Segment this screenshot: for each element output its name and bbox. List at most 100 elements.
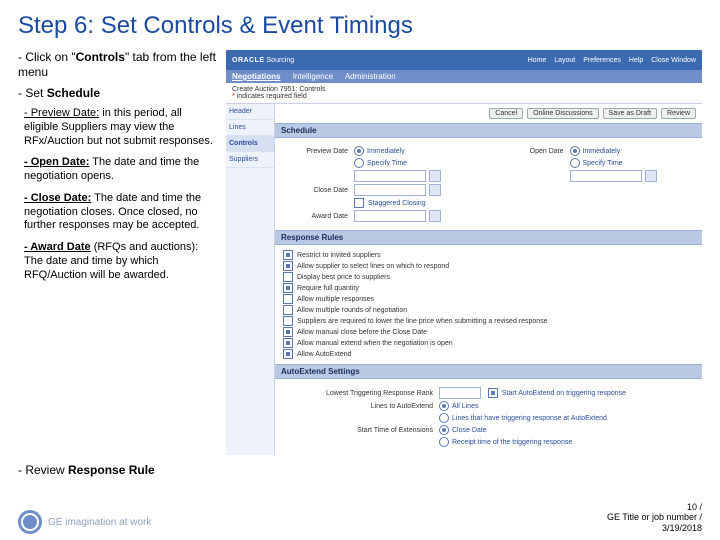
rule-checkbox[interactable] [283, 349, 293, 359]
section-autoextend: AutoExtend Settings [275, 364, 702, 379]
trigger-option-checkbox[interactable] [488, 388, 498, 398]
checkbox-label: Staggered Closing [368, 200, 426, 207]
preview-date-input[interactable] [354, 170, 426, 182]
primary-tabs: Negotiations Intelligence Administration [226, 70, 702, 83]
radio-label: Specify Time [583, 160, 623, 167]
text: - Set [18, 86, 47, 100]
instruction-review-rules: - Review Response Rule [18, 463, 702, 477]
start-receipt-time-radio[interactable] [439, 437, 449, 447]
preview-immediately-radio[interactable] [354, 146, 364, 156]
rule-checkbox[interactable] [283, 261, 293, 271]
ge-logo-icon [18, 510, 42, 534]
rule-checkbox[interactable] [283, 338, 293, 348]
slide-title: Step 6: Set Controls & Event Timings [18, 12, 702, 40]
open-specify-radio[interactable] [570, 158, 580, 168]
calendar-icon[interactable] [429, 210, 441, 222]
label: - Close Date: [24, 192, 91, 204]
rule-label: Allow multiple rounds of negotiation [297, 307, 407, 314]
rule-checkbox[interactable] [283, 283, 293, 293]
rule-label: Suppliers are required to lower the line… [297, 318, 548, 325]
rule-checkbox[interactable] [283, 327, 293, 337]
instruction-award-date: - Award Date (RFQs and auctions): The da… [24, 241, 218, 282]
link-home[interactable]: Home [528, 57, 547, 64]
radio-label: All Lines [452, 403, 478, 410]
section-response-rules: Response Rules [275, 230, 702, 245]
response-rules-panel: Restrict to invited suppliers Allow supp… [275, 245, 702, 364]
rule-label: Allow multiple responses [297, 296, 374, 303]
radio-label: Close Date [452, 427, 487, 434]
tab-intelligence[interactable]: Intelligence [293, 72, 333, 81]
sidebar-item-suppliers[interactable]: Suppliers [226, 152, 274, 168]
instruction-close-date: - Close Date: The date and time the nego… [24, 192, 218, 233]
link-help[interactable]: Help [629, 57, 643, 64]
job-number: GE Title or job number / [607, 512, 702, 523]
cancel-button[interactable]: Cancel [489, 108, 523, 119]
staggered-closing-checkbox[interactable] [354, 198, 364, 208]
tab-negotiations[interactable]: Negotiations [232, 72, 280, 81]
app-titlebar: ORACLE Sourcing Home Layout Preferences … [226, 50, 702, 70]
required-note: indicates required field [237, 93, 307, 100]
rule-label: Allow manual close before the Close Date [297, 329, 427, 336]
text: - Click on " [18, 50, 76, 64]
footer-meta: 10 / GE Title or job number / 3/19/2018 [607, 502, 702, 534]
sidebar-item-header[interactable]: Header [226, 104, 274, 120]
label: - Preview Date: [24, 107, 99, 119]
calendar-icon[interactable] [645, 170, 657, 182]
close-date-input[interactable] [354, 184, 426, 196]
close-date-label: Close Date [283, 187, 348, 194]
rule-checkbox[interactable] [283, 272, 293, 282]
rule-label: Allow supplier to select lines on which … [297, 263, 449, 270]
slide-footer: GE imagination at work 10 / GE Title or … [18, 502, 702, 534]
rule-label: Display best price to suppliers [297, 274, 390, 281]
slide-date: 3/19/2018 [607, 523, 702, 534]
schedule-panel: Preview Date Immediately Specify Time Clo… [275, 138, 702, 230]
action-buttons: Cancel Online Discussions Save as Draft … [275, 104, 702, 123]
text-bold: Schedule [47, 86, 100, 100]
save-draft-button[interactable]: Save as Draft [603, 108, 657, 119]
rule-checkbox[interactable] [283, 250, 293, 260]
review-button[interactable]: Review [661, 108, 696, 119]
rule-checkbox[interactable] [283, 316, 293, 326]
autoextend-panel: Lowest Triggering Response Rank Start Au… [275, 379, 702, 455]
label: - Open Date: [24, 156, 89, 168]
rule-label: Restrict to invited suppliers [297, 252, 381, 259]
open-date-label: Open Date [499, 148, 564, 155]
triggering-rank-input[interactable] [439, 387, 481, 399]
tab-administration[interactable]: Administration [345, 72, 396, 81]
triggering-lines-radio[interactable] [439, 413, 449, 423]
rule-label: Allow manual extend when the negotiation… [297, 340, 453, 347]
radio-label: Immediately [367, 148, 405, 155]
section-schedule: Schedule [275, 123, 702, 138]
triggering-rank-label: Lowest Triggering Response Rank [283, 390, 433, 397]
lines-to-extend-label: Lines to AutoExtend [283, 403, 433, 410]
all-lines-radio[interactable] [439, 401, 449, 411]
checkbox-label: Start AutoExtend on triggering response [502, 390, 626, 397]
sidebar-item-controls[interactable]: Controls [226, 136, 274, 152]
instruction-click-controls: - Click on "Controls" tab from the left … [18, 50, 218, 80]
page-subtitle: Create Auction 7951: Controls [232, 86, 696, 93]
link-close-window[interactable]: Close Window [651, 57, 696, 64]
preview-specify-radio[interactable] [354, 158, 364, 168]
rule-checkbox[interactable] [283, 305, 293, 315]
brand-suffix: Sourcing [265, 57, 295, 64]
open-immediately-radio[interactable] [570, 146, 580, 156]
main-panel: Cancel Online Discussions Save as Draft … [275, 104, 702, 455]
calendar-icon[interactable] [429, 184, 441, 196]
award-date-input[interactable] [354, 210, 426, 222]
text-bold: Response Rule [68, 463, 155, 477]
calendar-icon[interactable] [429, 170, 441, 182]
sidebar-item-lines[interactable]: Lines [226, 120, 274, 136]
open-date-input[interactable] [570, 170, 642, 182]
link-layout[interactable]: Layout [554, 57, 575, 64]
rule-label: Allow AutoExtend [297, 351, 351, 358]
radio-label: Lines that have triggering response at A… [452, 415, 607, 422]
radio-label: Specify Time [367, 160, 407, 167]
radio-label: Immediately [583, 148, 621, 155]
start-close-date-radio[interactable] [439, 425, 449, 435]
start-time-label: Start Time of Extensions [283, 427, 433, 434]
rule-checkbox[interactable] [283, 294, 293, 304]
link-preferences[interactable]: Preferences [583, 57, 621, 64]
online-discussions-button[interactable]: Online Discussions [527, 108, 599, 119]
preview-date-label: Preview Date [283, 148, 348, 155]
rule-label: Require full quantity [297, 285, 359, 292]
